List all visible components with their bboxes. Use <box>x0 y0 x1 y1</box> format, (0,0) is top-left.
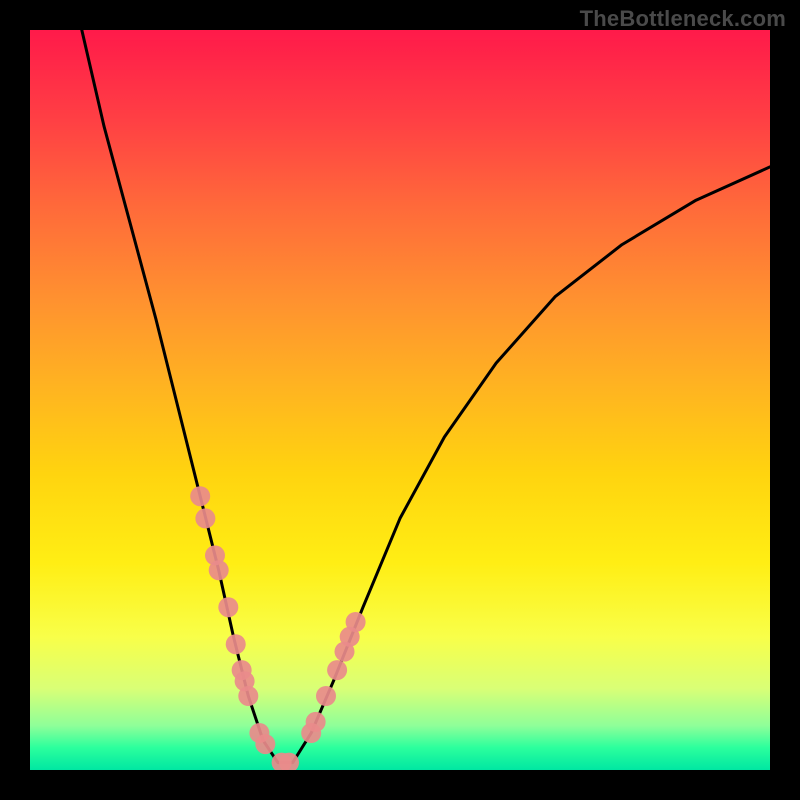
plot-area <box>30 30 770 770</box>
chart-svg <box>30 30 770 770</box>
highlight-markers <box>190 486 365 770</box>
watermark-text: TheBottleneck.com <box>580 6 786 32</box>
chart-container: TheBottleneck.com <box>0 0 800 800</box>
curve-line <box>82 30 770 763</box>
